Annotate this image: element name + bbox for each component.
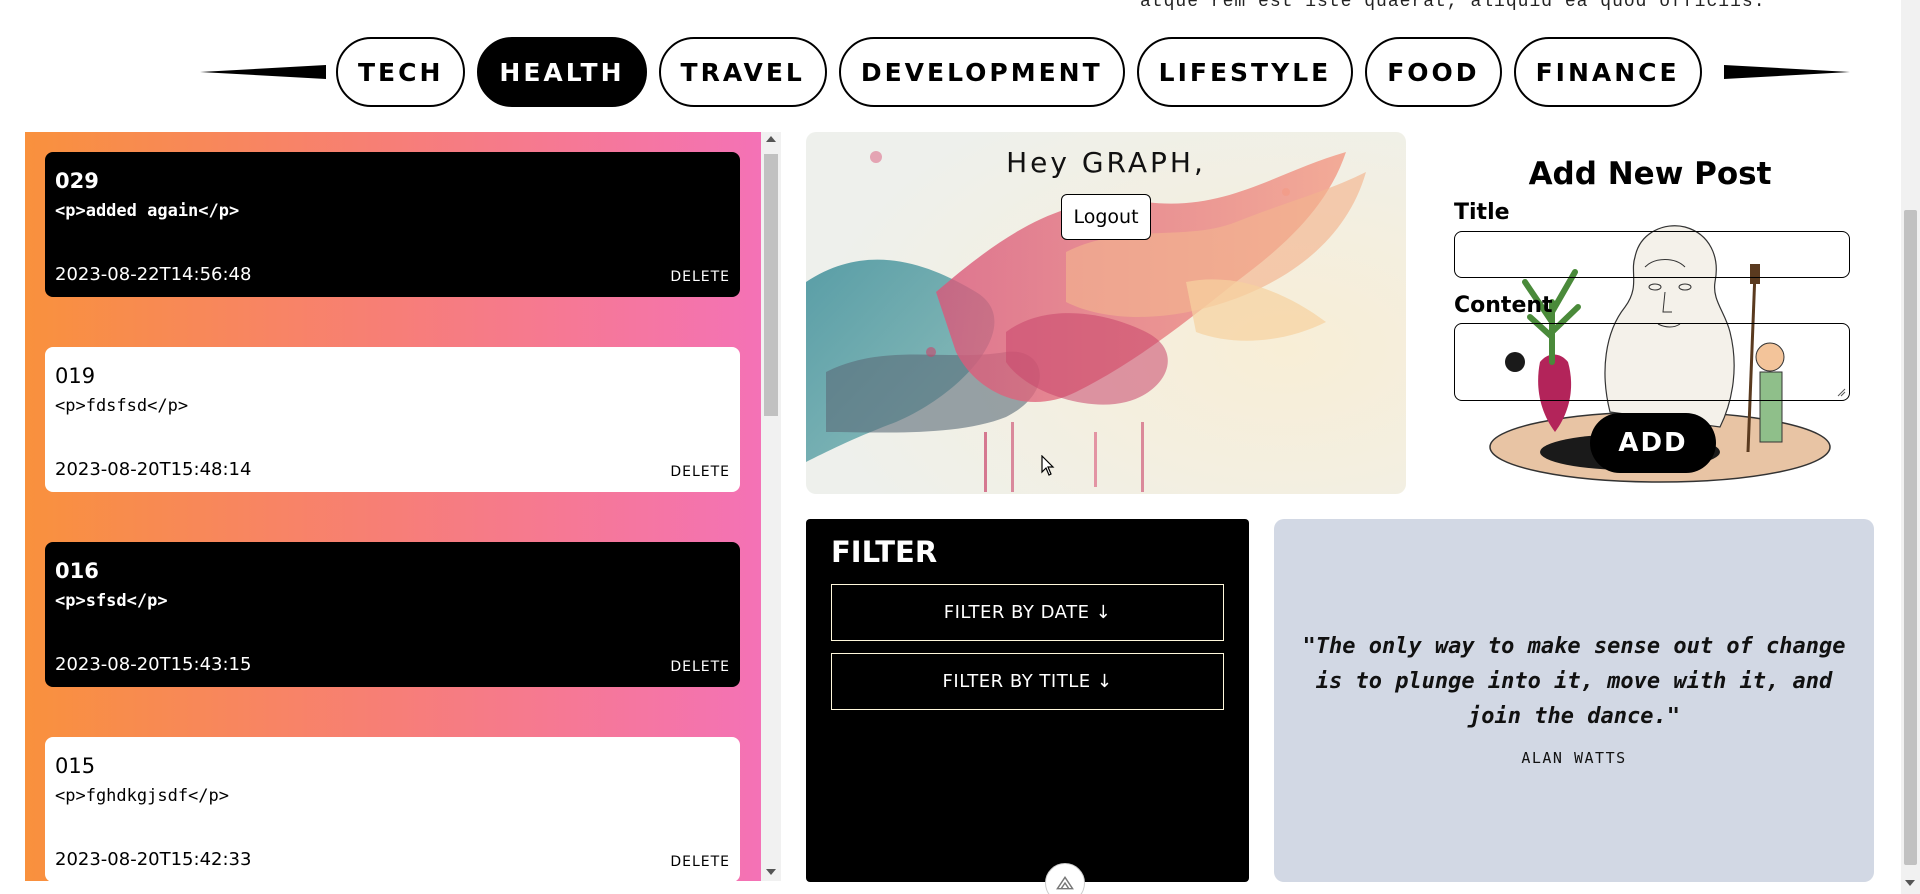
- title-input[interactable]: [1454, 231, 1850, 278]
- post-content: <p>fdsfsd</p>: [55, 396, 189, 416]
- post-date: 2023-08-20T15:42:33: [55, 849, 252, 870]
- arrow-left-decoration-icon: [200, 65, 326, 79]
- page-scroll-down-arrow-icon[interactable]: [1905, 880, 1915, 886]
- greeting-title: Hey GRAPH,: [1006, 146, 1206, 179]
- tab-health[interactable]: HEALTH: [477, 37, 647, 107]
- tab-finance[interactable]: FINANCE: [1513, 37, 1702, 107]
- post-date: 2023-08-22T14:56:48: [55, 264, 252, 285]
- tab-development[interactable]: DEVELOPMENT: [838, 37, 1125, 107]
- page: atque rem est iste quaerat, aliquid ea q…: [0, 0, 1920, 894]
- mouse-cursor-icon: [1041, 455, 1055, 476]
- tab-tech[interactable]: TECH: [336, 37, 466, 107]
- category-tabs: TECH HEALTH TRAVEL DEVELOPMENT LIFESTYLE FOOD…: [200, 37, 1850, 107]
- posts-scrollbar[interactable]: [761, 132, 781, 881]
- greeting-card: Hey GRAPH, Logout: [806, 132, 1406, 494]
- post-content: <p>fghdkgjsdf</p>: [55, 786, 229, 806]
- scroll-up-arrow-icon[interactable]: [766, 136, 776, 142]
- post-card: 029 <p>added again</p> 2023-08-22T14:56:48…: [45, 152, 740, 297]
- delete-post-button[interactable]: DELETE: [670, 269, 730, 285]
- post-card: 019 <p>fdsfsd</p> 2023-08-20T15:48:14 DELET…: [45, 347, 740, 492]
- filter-by-date-button[interactable]: FILTER BY DATE ↓: [831, 584, 1224, 641]
- tab-travel[interactable]: TRAVEL: [658, 37, 827, 107]
- delete-post-button[interactable]: DELETE: [670, 464, 730, 480]
- add-post-heading: Add New Post: [1528, 156, 1772, 192]
- quote-card: "The only way to make sense out of chang…: [1274, 519, 1874, 882]
- tab-food[interactable]: FOOD: [1365, 37, 1502, 107]
- resize-grip-icon[interactable]: [1836, 387, 1846, 397]
- tab-list: TECH HEALTH TRAVEL DEVELOPMENT LIFESTYLE FOOD…: [336, 37, 1714, 107]
- post-card: 015 <p>fghdkgjsdf</p> 2023-08-20T15:42:33 D…: [45, 737, 740, 881]
- post-date: 2023-08-20T15:48:14: [55, 459, 252, 480]
- intro-text-fragment: atque rem est iste quaerat, aliquid ea q…: [1140, 0, 1766, 12]
- post-id: 015: [55, 754, 96, 778]
- arrow-right-decoration-icon: [1723, 65, 1850, 79]
- page-scrollbar[interactable]: [1901, 0, 1920, 894]
- posts-panel: 029 <p>added again</p> 2023-08-22T14:56:48…: [25, 132, 761, 881]
- page-scrollbar-thumb[interactable]: [1904, 210, 1917, 865]
- watercolor-splash-image: [806, 132, 1406, 494]
- content-textarea[interactable]: [1454, 323, 1850, 401]
- post-id: 029: [55, 169, 99, 193]
- filter-panel: FILTER FILTER BY DATE ↓ FILTER BY TITLE …: [806, 519, 1249, 882]
- delete-post-button[interactable]: DELETE: [670, 854, 730, 870]
- posts-scrollbar-thumb[interactable]: [764, 154, 778, 416]
- post-content: <p>sfsd</p>: [55, 591, 168, 611]
- filter-by-title-button[interactable]: FILTER BY TITLE ↓: [831, 653, 1224, 710]
- content-label: Content: [1454, 293, 1553, 318]
- add-post-form: Add New Post Title Content ADD: [1440, 132, 1880, 502]
- quote-author: ALAN WATTS: [1521, 749, 1627, 767]
- post-content: <p>added again</p>: [55, 201, 240, 221]
- filter-heading: FILTER: [831, 535, 938, 569]
- title-label: Title: [1454, 200, 1510, 225]
- scroll-down-arrow-icon[interactable]: [766, 869, 776, 875]
- quote-text: "The only way to make sense out of chang…: [1302, 634, 1846, 729]
- tab-lifestyle[interactable]: LIFESTYLE: [1136, 37, 1354, 107]
- logout-button[interactable]: Logout: [1061, 194, 1151, 240]
- post-card: 016 <p>sfsd</p> 2023-08-20T15:43:15 DELETE: [45, 542, 740, 687]
- post-id: 016: [55, 559, 99, 583]
- add-post-button[interactable]: ADD: [1590, 413, 1716, 473]
- post-id: 019: [55, 364, 96, 388]
- post-date: 2023-08-20T15:43:15: [55, 654, 252, 675]
- delete-post-button[interactable]: DELETE: [670, 659, 730, 675]
